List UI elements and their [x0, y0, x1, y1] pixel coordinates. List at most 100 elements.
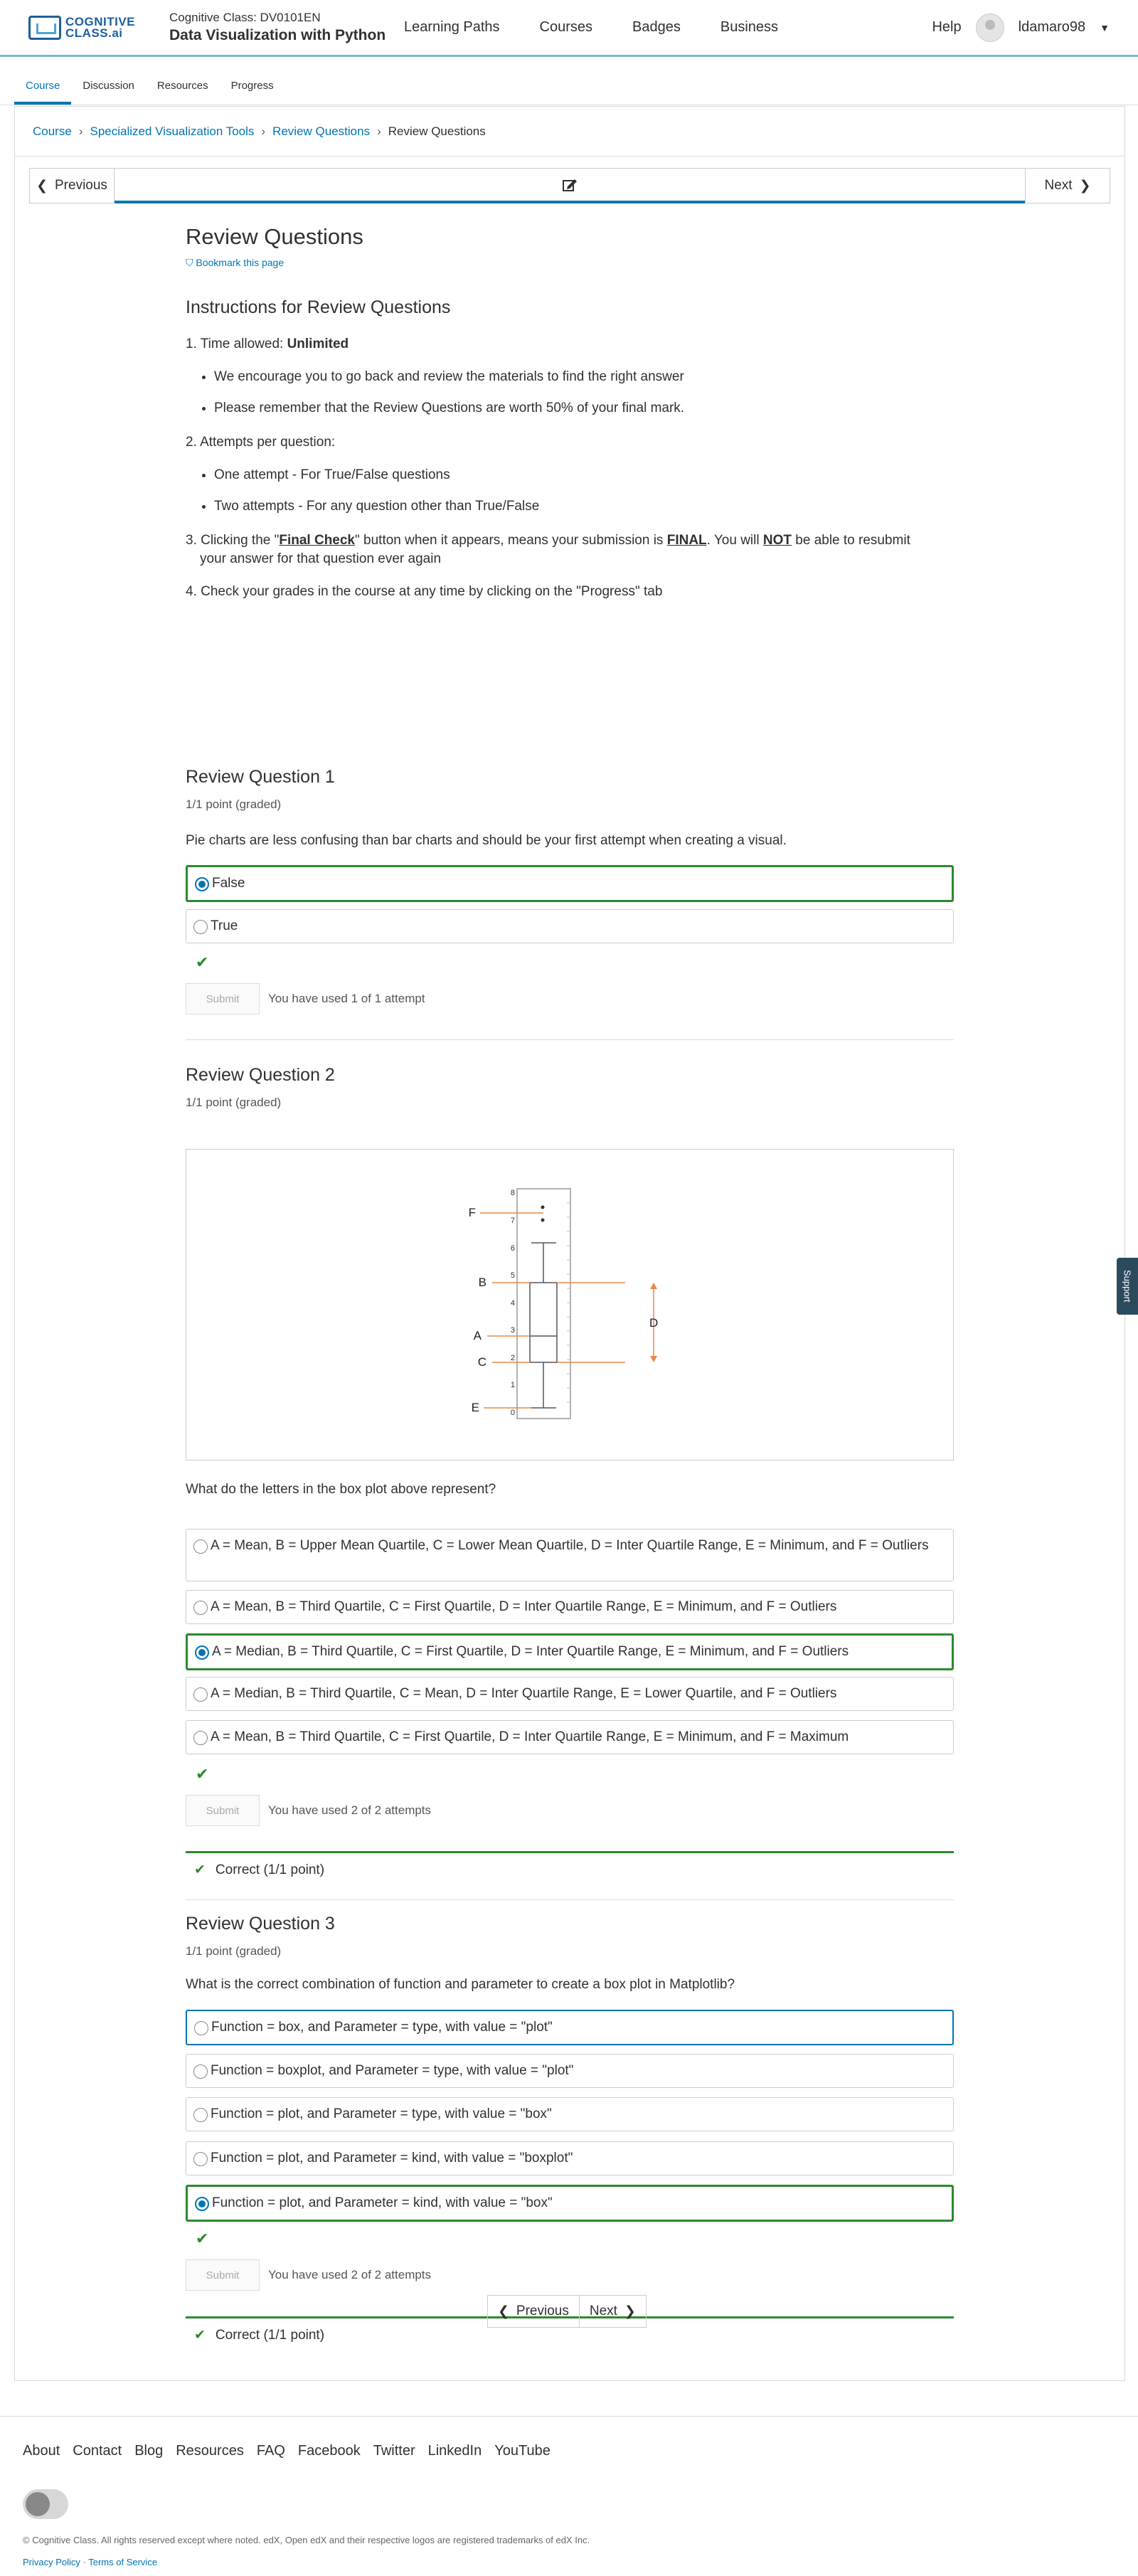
chevron-right-icon: › [261, 124, 266, 138]
previous-label: Previous [55, 178, 107, 193]
tab-resources[interactable]: Resources [146, 80, 220, 105]
instruction-item-1: 1. Time allowed: Unlimited [186, 336, 349, 351]
letter-a: A [474, 1329, 482, 1342]
privacy-policy-link[interactable]: Privacy Policy [23, 2557, 80, 2567]
previous-button[interactable]: ❮ Previous [29, 168, 115, 203]
user-nav: Help ldamaro98 ▼ [932, 13, 1110, 42]
box-plot-image: 8 7 6 5 4 3 2 1 0 F B A C E D [469, 1188, 658, 1419]
nav-courses[interactable]: Courses [540, 19, 592, 36]
main-content: Review Questions ⛉ Bookmark this page In… [186, 224, 954, 2343]
question-title: Review Question 2 [186, 1065, 335, 1085]
tick-label: 2 [511, 1354, 515, 1362]
tick-label: 4 [511, 1299, 515, 1308]
radio-button[interactable] [193, 920, 208, 934]
submit-button[interactable]: Submit [186, 1795, 260, 1826]
support-tab[interactable]: Support [1117, 1258, 1138, 1315]
option-5[interactable]: Function = plot, and Parameter = kind, w… [186, 2185, 954, 2222]
footer-link-contact[interactable]: Contact [73, 2443, 122, 2459]
option-4[interactable]: Function = plot, and Parameter = kind, w… [186, 2141, 954, 2175]
radio-button[interactable] [193, 1731, 208, 1745]
submit-button[interactable]: Submit [186, 2259, 260, 2291]
list-item: One attempt - For True/False questions [214, 467, 954, 483]
footer-links: About Contact Blog Resources FAQ Faceboo… [23, 2443, 1138, 2459]
question-text: What is the correct combination of funct… [186, 1977, 735, 1992]
terms-of-service-link[interactable]: Terms of Service [88, 2557, 157, 2567]
tab-course[interactable]: Course [14, 80, 72, 105]
instruction-item-4: 4. Check your grades in the course at an… [186, 584, 663, 599]
radio-button[interactable] [195, 1645, 209, 1660]
footer-link-about[interactable]: About [23, 2443, 60, 2459]
option-1[interactable]: Function = box, and Parameter = type, wi… [186, 2010, 954, 2045]
option-false[interactable]: False [186, 865, 954, 902]
bottom-next-button[interactable]: Next ❯ [578, 2296, 646, 2327]
tab-discussion[interactable]: Discussion [71, 80, 146, 105]
course-code: Cognitive Class: DV0101EN [169, 11, 321, 24]
main-nav: Learning Paths Courses Badges Business [404, 19, 778, 36]
submit-button[interactable]: Submit [186, 983, 260, 1014]
tick-label: 3 [511, 1326, 515, 1335]
radio-button[interactable] [195, 877, 209, 891]
sequence-unit-tab[interactable] [115, 168, 1025, 203]
tab-progress[interactable]: Progress [220, 80, 285, 105]
footer-link-faq[interactable]: FAQ [257, 2443, 285, 2459]
radio-button[interactable] [193, 2064, 208, 2079]
nav-business[interactable]: Business [720, 19, 778, 36]
breadcrumb-section[interactable]: Specialized Visualization Tools [90, 124, 254, 139]
bookmark-icon: ⛉ [186, 257, 193, 268]
instruction-bullets-2: One attempt - For True/False questions T… [214, 467, 954, 514]
help-link[interactable]: Help [932, 19, 961, 36]
footer-link-twitter[interactable]: Twitter [373, 2443, 415, 2459]
username[interactable]: ldamaro98 [1019, 19, 1086, 36]
divider [186, 1039, 954, 1040]
footer-link-blog[interactable]: Blog [134, 2443, 163, 2459]
course-tabs: Course Discussion Resources Progress [0, 57, 1138, 105]
option-3[interactable]: Function = plot, and Parameter = type, w… [186, 2097, 954, 2131]
radio-button[interactable] [194, 2021, 208, 2035]
tick-label: 8 [511, 1189, 515, 1197]
review-question-2: Review Question 2 1/1 point (graded) 8 7… [186, 1065, 954, 1900]
radio-button[interactable] [193, 2152, 208, 2166]
option-2[interactable]: A = Mean, B = Third Quartile, C = First … [186, 1590, 954, 1624]
instruction-item-2: 2. Attempts per question: [186, 435, 336, 450]
sequence-nav: ❮ Previous Next ❯ [29, 168, 1110, 203]
bottom-previous-button[interactable]: ❮ Previous [488, 2296, 579, 2327]
option-2[interactable]: Function = boxplot, and Parameter = type… [186, 2054, 954, 2088]
footer-link-linkedin[interactable]: LinkedIn [428, 2443, 482, 2459]
breadcrumb-course[interactable]: Course [33, 124, 72, 139]
top-bar: COGNITIVE CLASS.ai Cognitive Class: DV01… [0, 0, 1138, 57]
radio-button[interactable] [193, 2108, 208, 2122]
attempts-text: You have used 2 of 2 attempts [268, 1803, 432, 1817]
cognitive-class-logo[interactable]: COGNITIVE CLASS.ai [28, 15, 142, 40]
instruction-bullets-1: We encourage you to go back and review t… [214, 369, 954, 416]
tick-label: 5 [511, 1271, 515, 1280]
checkmark-icon: ✔ [196, 1765, 209, 1783]
avatar[interactable] [975, 13, 1004, 42]
option-4[interactable]: A = Median, B = Third Quartile, C = Mean… [186, 1677, 954, 1711]
course-title: Cognitive Class: DV0101EN Data Visualiza… [169, 11, 404, 44]
bookmark-button[interactable]: ⛉ Bookmark this page [186, 257, 954, 269]
radio-button[interactable] [193, 1539, 208, 1554]
question-points: 1/1 point (graded) [186, 1096, 282, 1109]
option-5[interactable]: A = Mean, B = Third Quartile, C = First … [186, 1720, 954, 1754]
copyright-text: © Cognitive Class. All rights reserved e… [23, 2535, 590, 2545]
footer-link-facebook[interactable]: Facebook [298, 2443, 361, 2459]
footer-link-resources[interactable]: Resources [176, 2443, 244, 2459]
option-true[interactable]: True [186, 909, 954, 943]
next-button[interactable]: Next ❯ [1025, 168, 1110, 203]
option-1[interactable]: A = Mean, B = Upper Mean Quartile, C = L… [186, 1529, 954, 1581]
nav-learning-paths[interactable]: Learning Paths [404, 19, 500, 36]
footer-link-youtube[interactable]: YouTube [494, 2443, 551, 2459]
instruction-item-3: 3. Clicking the "Final Check" button whe… [186, 533, 910, 566]
next-label: Next [1044, 178, 1073, 193]
tick-label: 1 [511, 1381, 515, 1389]
breadcrumb-subsection[interactable]: Review Questions [272, 124, 370, 139]
nav-badges[interactable]: Badges [632, 19, 681, 36]
radio-button[interactable] [195, 2197, 209, 2211]
option-3[interactable]: A = Median, B = Third Quartile, C = Firs… [186, 1633, 954, 1670]
radio-button[interactable] [193, 1601, 208, 1615]
chevron-down-icon[interactable]: ▼ [1100, 22, 1110, 33]
review-question-3: Review Question 3 1/1 point (graded) Wha… [186, 1914, 954, 2343]
theme-toggle[interactable] [23, 2489, 68, 2519]
instructions-title: Instructions for Review Questions [186, 297, 451, 317]
radio-button[interactable] [193, 1687, 208, 1702]
